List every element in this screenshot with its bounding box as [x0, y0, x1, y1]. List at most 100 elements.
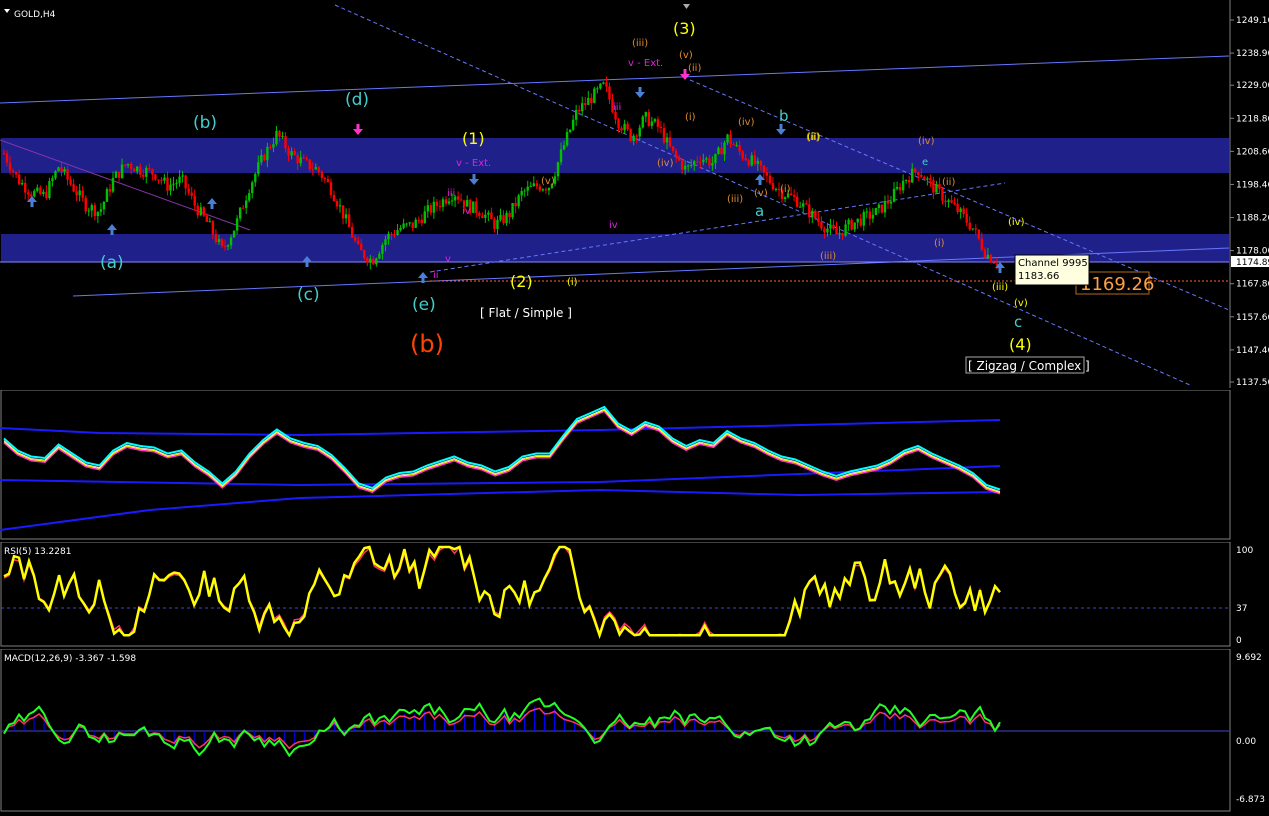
candle-body: [835, 228, 838, 235]
candle-body: [741, 151, 744, 159]
candle-body: [907, 180, 911, 183]
candle-body: [690, 164, 693, 166]
wave-label: v: [445, 254, 451, 265]
candle-body: [211, 221, 215, 235]
candle-body: [154, 174, 157, 180]
candle-body: [223, 245, 227, 247]
candle-body: [275, 130, 278, 145]
candle-body: [232, 230, 236, 238]
price-tick-label: 1167.86: [1236, 280, 1269, 290]
wave-label: (i): [934, 238, 945, 249]
candle-body: [475, 201, 478, 213]
rsi-chart[interactable]: RSI(5) 13.2281 100 37 0: [0, 541, 1269, 647]
macd-tick-top: 9.692: [1236, 653, 1262, 663]
candle-body: [523, 190, 526, 192]
wave-label: v - Ext.: [456, 158, 491, 169]
rsi-title: RSI(5) 13.2281: [4, 547, 71, 557]
candle-body: [254, 173, 257, 183]
candle-body: [220, 239, 224, 246]
candle-body: [69, 179, 72, 185]
wave-label: (v): [679, 50, 693, 61]
candle-body: [535, 183, 539, 187]
candle-body: [78, 190, 81, 196]
ma-pane[interactable]: [0, 389, 1269, 540]
candle-body: [438, 205, 442, 207]
candle-body: [723, 142, 726, 155]
candle-body: [871, 214, 875, 219]
rsi-pane[interactable]: RSI(5) 13.2281 100 37 0: [0, 541, 1269, 647]
candle-body: [729, 134, 732, 145]
candle-body: [260, 155, 263, 163]
candle-body: [163, 177, 166, 181]
candle-body: [638, 127, 641, 137]
price-axis: 1249.16 1238.96 1229.06 1218.86 1208.66 1198.…: [1230, 16, 1269, 388]
candle-body: [792, 195, 796, 197]
candle-body: [314, 167, 318, 170]
candle-body: [296, 155, 299, 164]
candle-body: [798, 206, 802, 208]
candle-body: [971, 228, 974, 230]
candle-body: [450, 200, 454, 202]
candle-body: [57, 167, 60, 172]
candle-body: [487, 212, 490, 215]
candle-body: [472, 201, 475, 213]
candle-body: [17, 174, 21, 185]
candle-body: [157, 179, 160, 181]
candle-body: [405, 223, 408, 225]
candle-body: [874, 207, 878, 215]
wave-label: (iv): [1008, 217, 1025, 228]
wave-label: (iv): [657, 158, 674, 169]
macd-chart[interactable]: MACD(12,26,9) -3.367 -1.598 9.692 0.00 -…: [0, 648, 1269, 812]
candle-body: [48, 181, 51, 199]
candle-body: [720, 147, 723, 155]
triangle-down-icon[interactable]: [4, 9, 10, 13]
ma-chart[interactable]: [0, 389, 1269, 540]
candle-body: [202, 207, 206, 216]
price-tick-label: 1178.06: [1236, 247, 1269, 257]
symbol-label: GOLD,H4: [14, 10, 56, 20]
candle-body: [577, 109, 581, 112]
candle-body: [411, 222, 414, 228]
wave-label: (iii): [727, 194, 743, 205]
candle-body: [665, 137, 669, 143]
candle-body: [178, 176, 181, 183]
candle-body: [756, 160, 760, 165]
candle-body: [783, 197, 787, 199]
candle-body: [853, 222, 856, 230]
candle-body: [169, 184, 172, 191]
wave-label: (i): [567, 277, 578, 288]
candle-body: [87, 210, 90, 212]
candle-body: [587, 97, 590, 105]
candle-body: [490, 212, 493, 220]
candle-body: [923, 176, 926, 180]
candle-body: [420, 219, 423, 224]
candle-body: [904, 180, 908, 182]
ma-band-lower: [0, 488, 1001, 531]
wave-label: ii: [433, 270, 439, 281]
candle-body: [11, 170, 15, 172]
candle-body: [911, 168, 914, 183]
price-pane[interactable]: (a) (b) (c) (d) (e) (b) (1) (2) (3) (4) a b c v - Ext…: [0, 0, 1269, 388]
macd-pane[interactable]: MACD(12,26,9) -3.367 -1.598 9.692 0.00 -…: [0, 648, 1269, 812]
price-tick-label: 1208.66: [1236, 147, 1269, 157]
candle-body: [683, 165, 687, 170]
candle-body: [184, 175, 187, 189]
candle-body: [805, 203, 808, 205]
candle-body: [895, 186, 899, 189]
candle-body: [8, 162, 12, 171]
candle-body: [481, 215, 484, 218]
candle-body: [60, 167, 63, 172]
candle-body: [396, 230, 399, 235]
wave-label: (i): [780, 184, 791, 195]
candle-body: [747, 160, 750, 166]
candle-body: [166, 177, 169, 191]
price-tick-label: 1198.46: [1236, 180, 1269, 190]
ma-line: [3, 405, 1001, 491]
candle-body: [266, 146, 269, 161]
candle-body: [317, 167, 321, 172]
wave-label: b: [779, 107, 789, 125]
price-chart[interactable]: (a) (b) (c) (d) (e) (b) (1) (2) (3) (4) a b c v - Ext…: [0, 0, 1269, 388]
wave-label: (i): [685, 112, 696, 123]
candle-body: [844, 224, 847, 236]
rsi-band-line: [3, 546, 1001, 637]
